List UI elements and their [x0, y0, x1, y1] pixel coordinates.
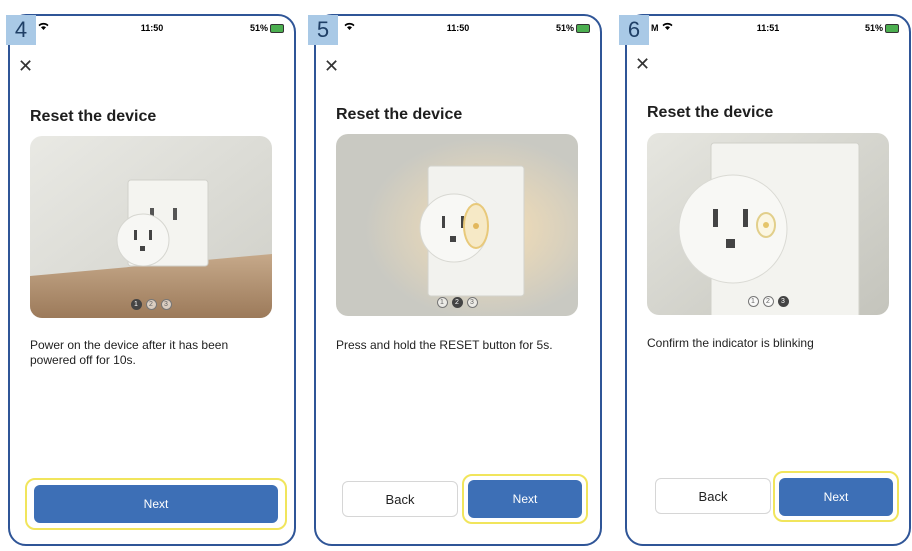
page-title: Reset the device: [647, 104, 774, 121]
battery-percent: 51%: [555, 23, 574, 33]
close-icon[interactable]: ✕: [18, 56, 33, 77]
step-badge: 5: [308, 15, 338, 45]
page-indicator: 1 2 3: [30, 299, 272, 310]
next-button[interactable]: Next: [779, 478, 893, 516]
page-title: Reset the device: [336, 106, 463, 123]
page-indicator: 1 2 3: [336, 297, 578, 308]
page-dot: 1: [747, 296, 759, 307]
page-dot: 2: [762, 296, 774, 307]
device-photo: 1 2 3: [336, 134, 578, 316]
page-dot: 3: [160, 299, 172, 310]
close-icon[interactable]: ✕: [324, 56, 339, 77]
page-dot: 1: [130, 299, 142, 310]
page-dot: 2: [451, 297, 463, 308]
instruction-text: Power on the device after it has been po…: [30, 338, 229, 367]
battery-icon: [576, 23, 590, 33]
next-button[interactable]: Next: [468, 480, 582, 518]
phone-screen-6: M 11:51 51% ✕ Reset the device 1 2 3 Con…: [625, 14, 911, 546]
page-title: Reset the device: [30, 108, 157, 125]
close-icon[interactable]: ✕: [635, 54, 650, 75]
device-photo: 1 2 3: [647, 133, 889, 315]
page-dot: 1: [436, 297, 448, 308]
battery-icon: [885, 23, 899, 33]
step-badge: 6: [619, 15, 649, 45]
status-bar: 11:50 51%: [316, 22, 600, 36]
status-bar: M 11:51 51%: [627, 22, 909, 36]
status-bar: 11:50 51%: [10, 22, 294, 36]
next-button[interactable]: Next: [34, 485, 278, 523]
back-button[interactable]: Back: [655, 478, 771, 514]
page-dot: 2: [145, 299, 157, 310]
page-dot: 3: [777, 296, 789, 307]
phone-screen-4: 11:50 51% ✕ Reset the device 1 2 3 Power…: [8, 14, 296, 546]
step-badge: 4: [6, 15, 36, 45]
device-photo: 1 2 3: [30, 136, 272, 318]
page-dot: 3: [466, 297, 478, 308]
battery-percent: 51%: [864, 23, 883, 33]
instruction-text: Press and hold the RESET button for 5s.: [336, 338, 553, 352]
battery-icon: [270, 23, 284, 33]
phone-screen-5: 11:50 51% ✕ Reset the device 1 2 3 Press…: [314, 14, 602, 546]
back-button[interactable]: Back: [342, 481, 458, 517]
page-indicator: 1 2 3: [647, 296, 889, 307]
instruction-text: Confirm the indicator is blinking: [647, 336, 814, 350]
battery-percent: 51%: [249, 23, 268, 33]
